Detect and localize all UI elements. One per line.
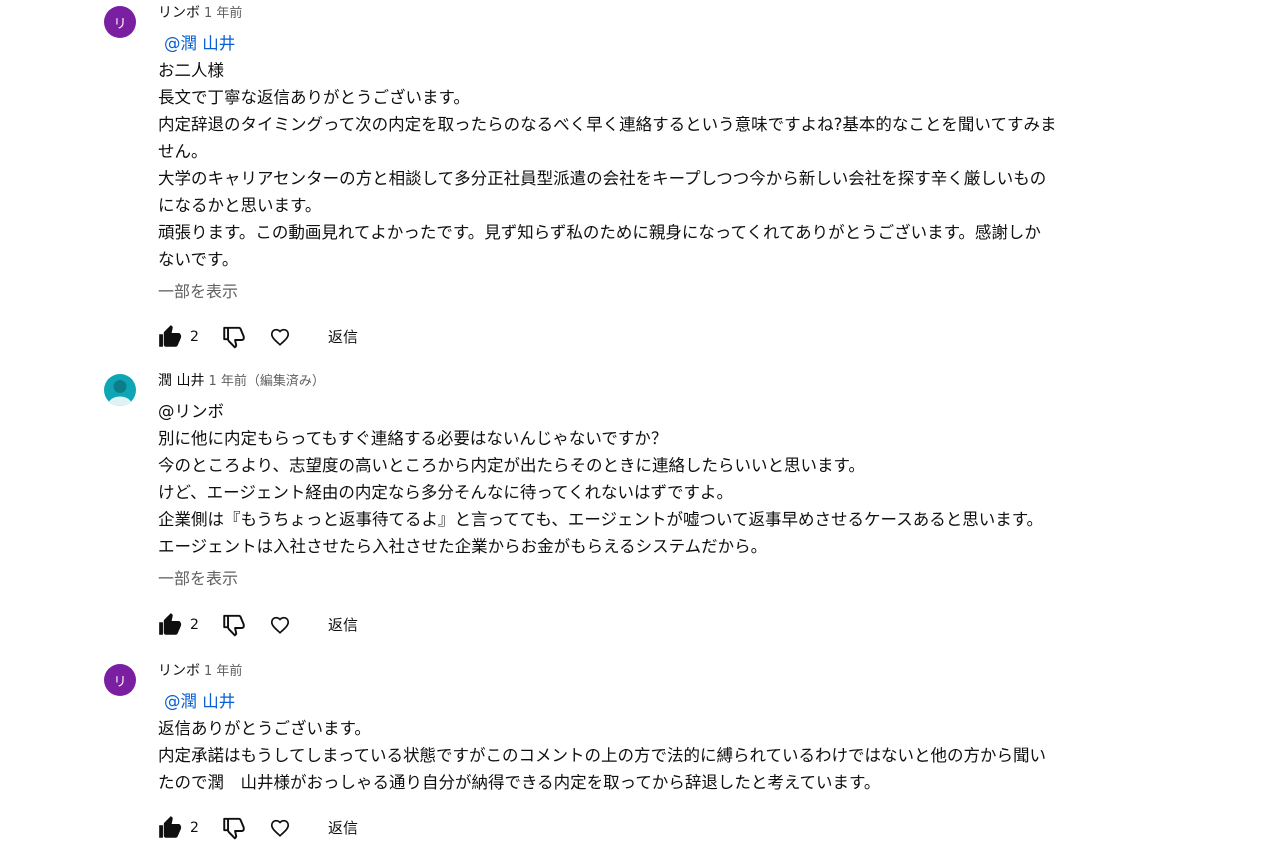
avatar[interactable]	[104, 374, 136, 406]
thumbs-down-icon	[223, 817, 245, 840]
comment-text: @潤 山井 返信ありがとうございます。 内定承諾はもうしてしまっている状態ですが…	[158, 688, 1188, 796]
comment-line: 大学のキャリアセンターの方と相談して多分正社員型派遣の会社をキープしつつ今から新…	[158, 169, 1047, 188]
dislike-button[interactable]	[220, 611, 248, 639]
thumbs-up-icon	[159, 613, 182, 635]
comment-timestamp[interactable]: 1 年前	[204, 664, 242, 679]
reply-button[interactable]: 返信	[328, 323, 358, 351]
comment-actions: 2 返信	[156, 813, 358, 843]
comment-text: @リンボ 別に他に内定もらってもすぐ連絡する必要はないんじゃないですか？ 今のと…	[158, 398, 1188, 560]
avatar-letter: リ	[113, 16, 127, 32]
comment-header: リンボ 1 年前	[158, 2, 1198, 24]
comment-line: ないです。	[158, 250, 239, 269]
like-count: 2	[190, 329, 199, 345]
reply-button[interactable]: 返信	[328, 814, 358, 842]
thumbs-up-icon	[159, 816, 182, 838]
comment-line: 企業側は『もうちょっと返事待てるよ』と言ってても、エージェントが嘘ついて返事早め…	[158, 510, 1044, 529]
like-button[interactable]	[156, 814, 184, 842]
like-button[interactable]	[156, 611, 184, 639]
comment-body: 潤 山井 1 年前（編集済み） @リンボ 別に他に内定もらってもすぐ連絡する必要は…	[158, 370, 1198, 590]
like-button[interactable]	[156, 323, 184, 351]
comment-actions: 2 返信	[156, 322, 358, 352]
comment-line: になるかと思います。	[158, 196, 322, 215]
avatar[interactable]: リ	[104, 6, 136, 38]
comment-line: せん。	[158, 142, 208, 161]
heart-icon	[270, 616, 290, 634]
comment-header: リンボ 1 年前	[158, 660, 1198, 682]
default-user-icon	[108, 380, 132, 406]
comment-text: @潤 山井 お二人様 長文で丁寧な返信ありがとうございます。 内定辞退のタイミン…	[158, 30, 1188, 273]
heart-icon	[270, 819, 290, 837]
heart-icon	[270, 328, 290, 346]
comment-author[interactable]: リンボ	[158, 663, 200, 679]
thumbs-down-icon	[223, 614, 245, 637]
like-count: 2	[190, 820, 199, 836]
comment-line: 内定承諾はもうしてしまっている状態ですがこのコメントの上の方で法的に縛られている…	[158, 746, 1047, 765]
avatar[interactable]: リ	[104, 664, 136, 696]
like-count: 2	[190, 617, 199, 633]
mention-link[interactable]: @潤 山井	[158, 30, 1188, 57]
comment-author[interactable]: リンボ	[158, 5, 200, 21]
comment-line: エージェントは入社させたら入社させた企業からお金がもらえるシステムだから。	[158, 537, 768, 556]
comment-line: たので潤 山井様がおっしゃる通り自分が納得できる内定を取ってから辞退したと考えて…	[158, 773, 881, 792]
comment-line: 別に他に内定もらってもすぐ連絡する必要はないんじゃないですか？	[158, 429, 668, 448]
dislike-button[interactable]	[220, 814, 248, 842]
heart-button[interactable]	[266, 323, 294, 351]
comment-line: 頑張ります。この動画見れてよかったです。見ず知らず私のために親身になってくれてあ…	[158, 223, 1041, 242]
reply-button[interactable]: 返信	[328, 611, 358, 639]
comment-line: 長文で丁寧な返信ありがとうございます。	[158, 88, 470, 107]
comment-author[interactable]: 潤 山井	[158, 373, 204, 389]
thumbs-down-icon	[223, 326, 245, 349]
comment-actions: 2 返信	[156, 610, 358, 640]
comment-header: 潤 山井 1 年前（編集済み）	[158, 370, 1198, 392]
mention-link[interactable]: @潤 山井	[158, 688, 1188, 715]
comment-line: けど、エージェント経由の内定なら多分そんなに待ってくれないはずですよ。	[158, 483, 734, 502]
dislike-button[interactable]	[220, 323, 248, 351]
comment-body: リンボ 1 年前 @潤 山井 お二人様 長文で丁寧な返信ありがとうございます。 内…	[158, 2, 1198, 303]
show-more-button[interactable]: 一部を表示	[158, 281, 238, 303]
avatar-letter: リ	[113, 674, 127, 690]
comment-line: 返信ありがとうございます。	[158, 719, 371, 738]
thumbs-up-icon	[159, 325, 182, 347]
heart-button[interactable]	[266, 814, 294, 842]
comment-line: 内定辞退のタイミングって次の内定を取ったらのなるべく早く連絡するという意味ですよ…	[158, 115, 1057, 134]
comment-line: お二人様	[158, 61, 224, 80]
comment-line: 今のところより、志望度の高いところから内定が出たらそのときに連絡したらいいと思い…	[158, 456, 865, 475]
comment-timestamp[interactable]: 1 年前（編集済み）	[208, 374, 324, 389]
comment-timestamp[interactable]: 1 年前	[204, 6, 242, 21]
show-more-button[interactable]: 一部を表示	[158, 568, 238, 590]
comment-body: リンボ 1 年前 @潤 山井 返信ありがとうございます。 内定承諾はもうしてしまっ…	[158, 660, 1198, 796]
heart-button[interactable]	[266, 611, 294, 639]
comment-line: @リンボ	[158, 402, 224, 421]
